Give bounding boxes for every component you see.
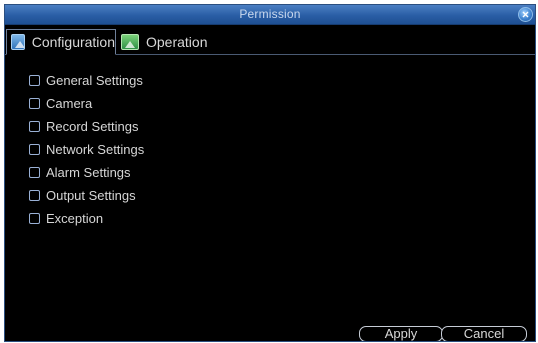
output-settings-checkbox[interactable]: [29, 190, 40, 201]
alarm-settings-checkbox[interactable]: [29, 167, 40, 178]
permission-list: General Settings Camera Record Settings …: [29, 69, 144, 230]
tab-configuration-label: Configuration: [31, 34, 115, 50]
permission-label: Camera: [46, 96, 93, 111]
record-settings-checkbox[interactable]: [29, 121, 40, 132]
tab-bar: Configuration Operation: [5, 25, 535, 55]
network-settings-checkbox[interactable]: [29, 144, 40, 155]
permission-camera[interactable]: Camera: [29, 92, 144, 115]
camera-checkbox[interactable]: [29, 98, 40, 109]
permission-network-settings[interactable]: Network Settings: [29, 138, 144, 161]
close-button[interactable]: [518, 7, 533, 22]
configuration-tab-icon: [11, 34, 25, 50]
operation-tab-icon: [121, 34, 139, 50]
general-settings-checkbox[interactable]: [29, 75, 40, 86]
permission-label: General Settings: [46, 73, 143, 88]
permission-label: Alarm Settings: [46, 165, 131, 180]
dialog-title: Permission: [239, 7, 301, 21]
titlebar: Permission: [5, 5, 535, 25]
tab-operation[interactable]: Operation: [117, 29, 217, 55]
tab-configuration[interactable]: Configuration: [6, 29, 116, 55]
permission-general-settings[interactable]: General Settings: [29, 69, 144, 92]
permission-label: Output Settings: [46, 188, 136, 203]
close-icon: [522, 11, 529, 18]
apply-button[interactable]: Apply: [359, 326, 443, 341]
permission-label: Network Settings: [46, 142, 145, 157]
cancel-button[interactable]: Cancel: [441, 326, 527, 341]
permission-label: Record Settings: [46, 119, 139, 134]
permission-exception[interactable]: Exception: [29, 207, 144, 230]
permission-output-settings[interactable]: Output Settings: [29, 184, 144, 207]
permission-alarm-settings[interactable]: Alarm Settings: [29, 161, 144, 184]
tab-operation-label: Operation: [146, 34, 208, 50]
exception-checkbox[interactable]: [29, 213, 40, 224]
permission-record-settings[interactable]: Record Settings: [29, 115, 144, 138]
permission-dialog: Permission Configuration Operation Gener…: [4, 4, 536, 342]
permission-label: Exception: [46, 211, 104, 226]
